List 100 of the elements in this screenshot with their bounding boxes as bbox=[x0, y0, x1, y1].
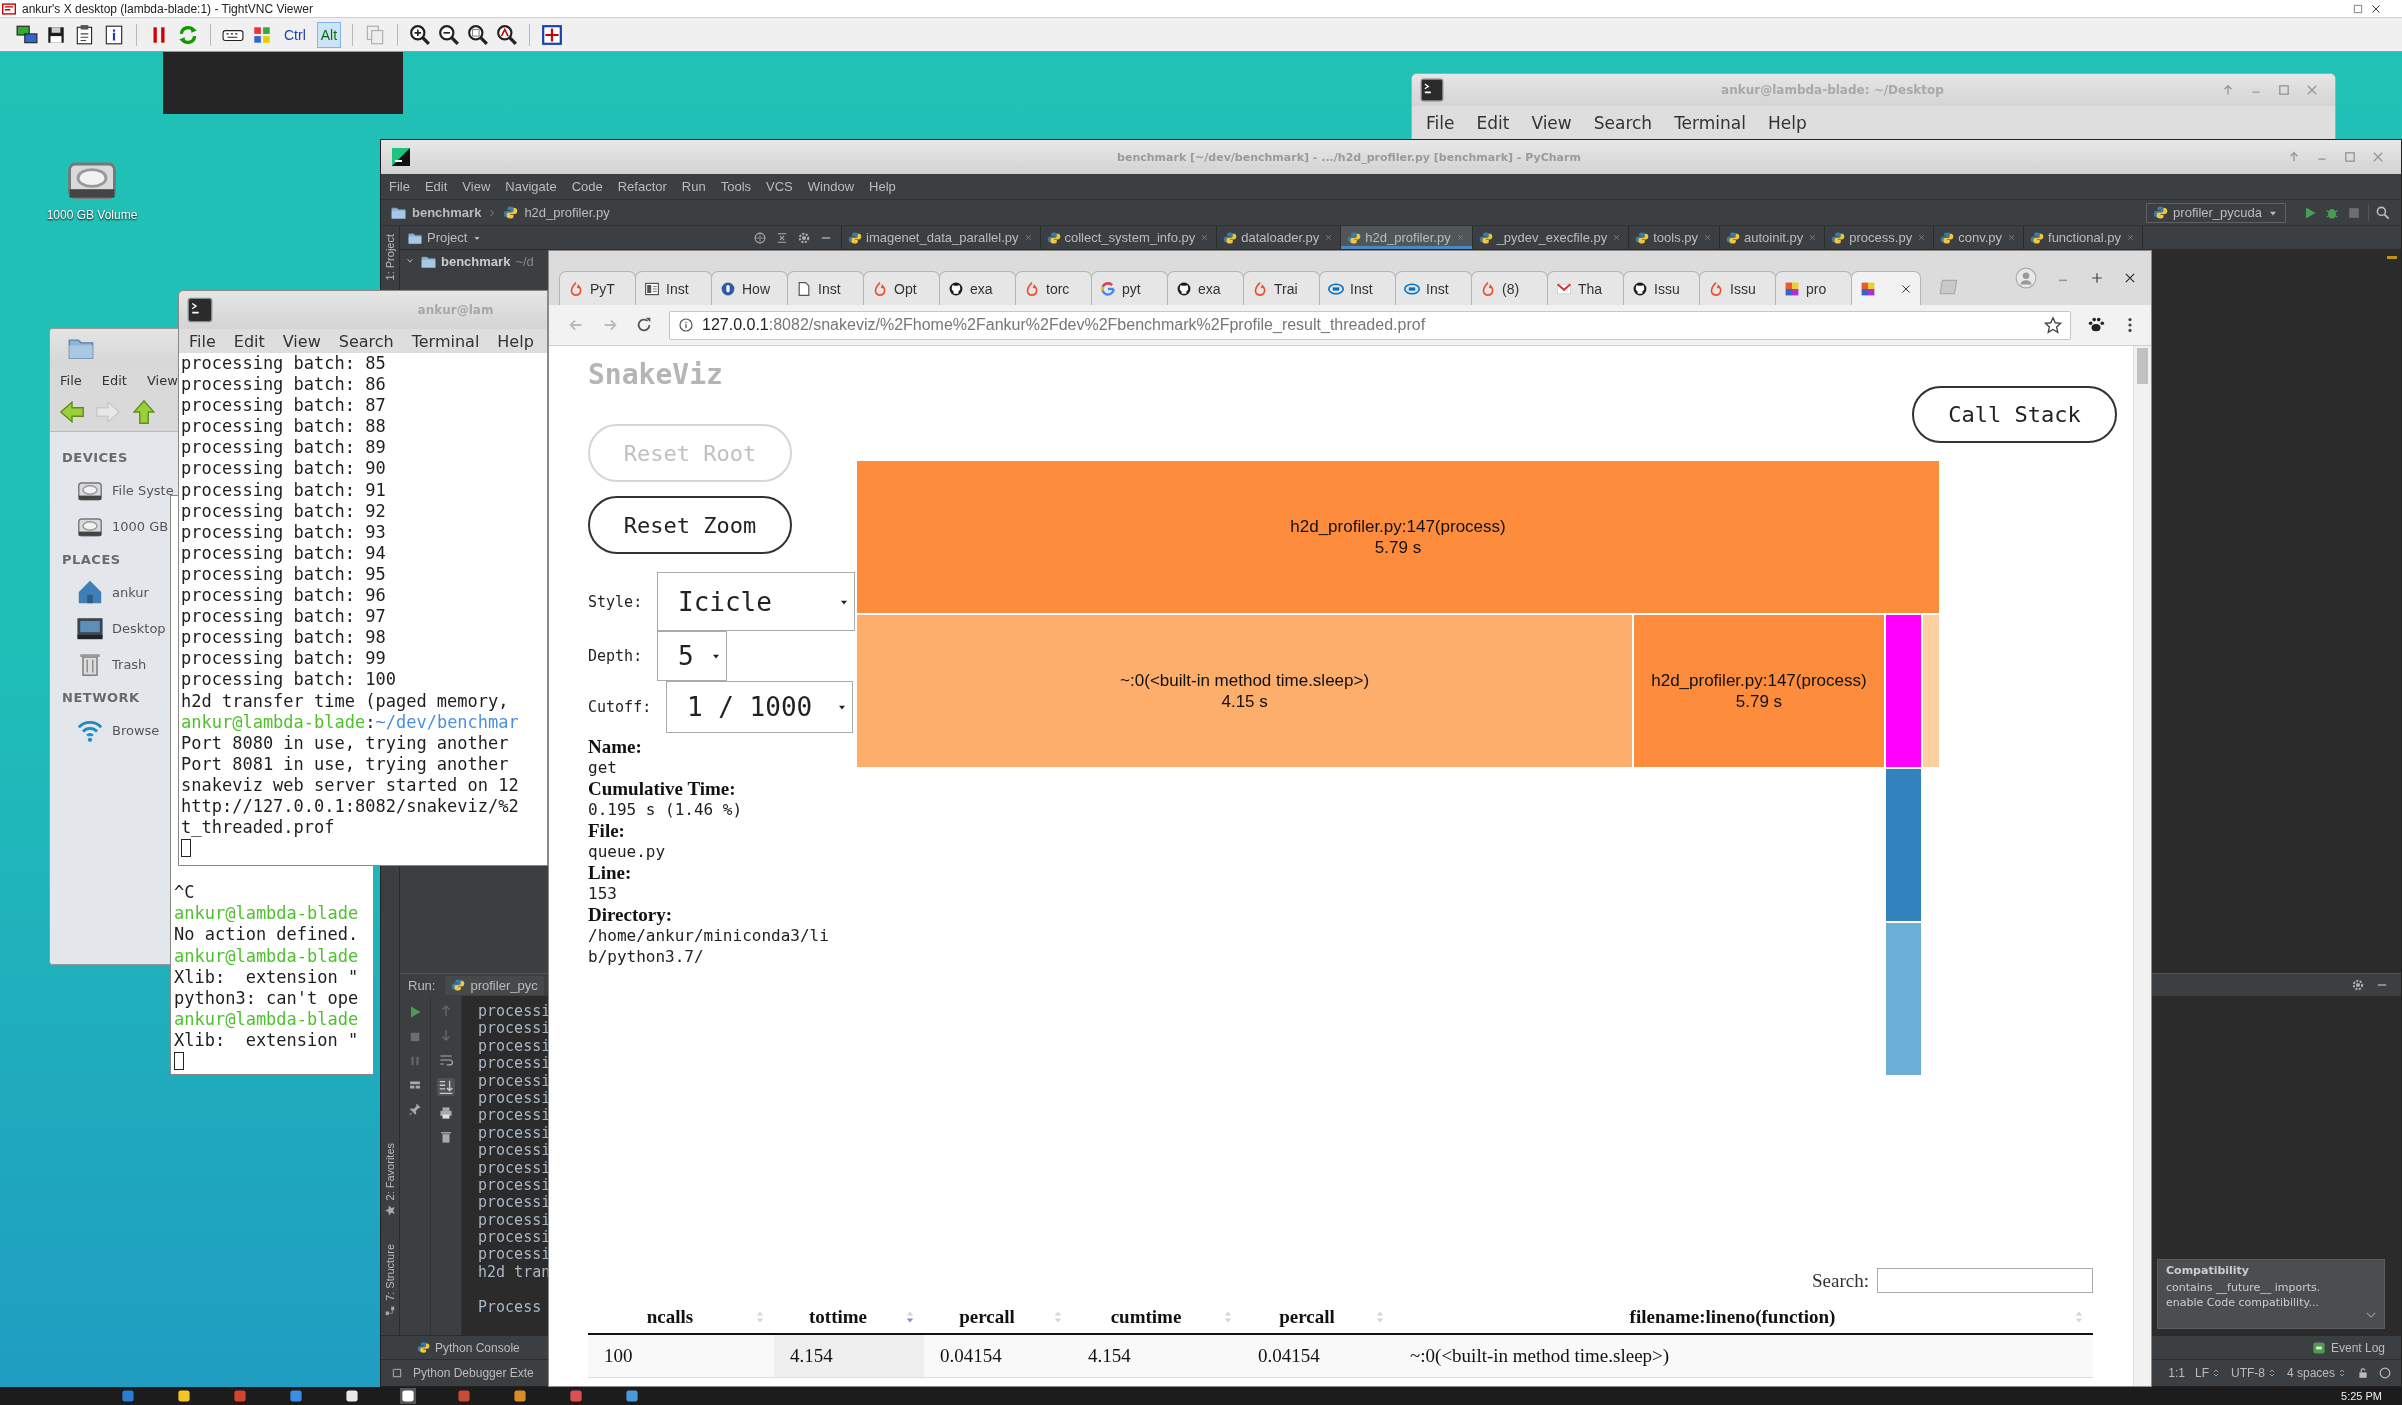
profile-icon[interactable] bbox=[2015, 267, 2037, 289]
browser-tab[interactable]: Opt bbox=[863, 271, 940, 305]
menu-item[interactable]: Tools bbox=[720, 179, 752, 194]
app-icon[interactable] bbox=[344, 1388, 360, 1404]
menu-item[interactable]: Help bbox=[1767, 113, 1807, 133]
star-icon[interactable] bbox=[2044, 316, 2062, 334]
zoom-out-icon[interactable] bbox=[438, 23, 461, 46]
menu-item[interactable]: View bbox=[1531, 113, 1572, 133]
reset-button[interactable]: Reset Zoom bbox=[588, 496, 792, 554]
menu-item[interactable]: Search bbox=[338, 331, 394, 351]
maximize-icon[interactable] bbox=[2089, 270, 2105, 286]
fullscreen-icon[interactable] bbox=[541, 23, 564, 46]
menu-item[interactable]: File bbox=[1426, 113, 1455, 133]
dropdown[interactable]: 5 bbox=[657, 631, 727, 681]
breadcrumb-item[interactable]: h2d_profiler.py bbox=[524, 205, 610, 220]
editor-tab[interactable]: imagenet_data_parallel.py bbox=[842, 226, 1041, 249]
menu-item[interactable]: File bbox=[189, 331, 216, 351]
arrow-up-icon[interactable] bbox=[130, 398, 158, 426]
icicle-block[interactable]: ~:0(<built-in method time.sleep>) 4.15 s bbox=[856, 614, 1634, 768]
editor-tab[interactable]: autoinit.py bbox=[1720, 226, 1826, 249]
close-icon[interactable] bbox=[2370, 2, 2382, 15]
key-toggle-button[interactable]: Alt bbox=[316, 21, 342, 48]
menu-item[interactable]: Edit bbox=[424, 179, 448, 194]
search-icon[interactable] bbox=[2375, 204, 2391, 221]
menu-item[interactable]: VCS bbox=[766, 179, 793, 194]
editor-tab[interactable]: h2d_profiler.py bbox=[1341, 226, 1473, 249]
column-header[interactable]: tottime bbox=[774, 1301, 924, 1333]
status-item[interactable]: UTF-8 bbox=[2230, 1366, 2277, 1380]
settings-icon[interactable] bbox=[2351, 978, 2365, 992]
zoom-in-icon[interactable] bbox=[409, 23, 432, 46]
menu-item[interactable]: Search bbox=[1593, 113, 1653, 133]
menu-item[interactable]: File bbox=[389, 179, 410, 194]
lock-icon[interactable] bbox=[2357, 1367, 2369, 1379]
editor-tab[interactable]: conv.py bbox=[1934, 226, 2024, 249]
menu-item[interactable]: View bbox=[462, 179, 491, 194]
menu-item[interactable]: Edit bbox=[101, 372, 127, 388]
side-tab[interactable]: 7: Structure bbox=[384, 1240, 396, 1321]
scrollbar[interactable] bbox=[2133, 346, 2151, 1386]
collapse-icon[interactable] bbox=[775, 230, 789, 245]
menu-item[interactable]: Terminal bbox=[1674, 113, 1746, 133]
circle-icon[interactable] bbox=[2379, 1367, 2391, 1379]
browser-tab[interactable]: exa bbox=[1167, 271, 1244, 305]
app-icon[interactable] bbox=[400, 1388, 416, 1404]
column-header[interactable]: cumtime bbox=[1072, 1301, 1242, 1333]
menu-item[interactable]: View bbox=[282, 331, 321, 351]
zoom-auto-icon[interactable] bbox=[496, 23, 519, 46]
column-header[interactable]: percall bbox=[924, 1301, 1072, 1333]
menu-item[interactable]: Navigate bbox=[505, 179, 557, 194]
browser-tab[interactable]: (8) bbox=[1471, 271, 1548, 305]
print-icon[interactable] bbox=[439, 1106, 453, 1120]
browser-tab[interactable]: torc bbox=[1015, 271, 1092, 305]
square-icon[interactable] bbox=[391, 1367, 403, 1379]
icicle-block[interactable] bbox=[1884, 922, 1922, 1076]
soft-wrap-icon[interactable] bbox=[438, 1052, 454, 1068]
browser-tab[interactable]: pro bbox=[1775, 271, 1852, 305]
menu-item[interactable]: File bbox=[60, 372, 82, 388]
side-tab[interactable]: 2: Favorites bbox=[384, 1138, 396, 1221]
tree-item-label[interactable]: benchmark bbox=[441, 253, 511, 269]
arrow-down-icon[interactable] bbox=[439, 1028, 453, 1042]
arrow-up-icon[interactable] bbox=[2287, 150, 2301, 164]
browser-tab[interactable]: Issu bbox=[1623, 271, 1700, 305]
target-icon[interactable] bbox=[753, 230, 767, 245]
scroll-to-end-icon[interactable] bbox=[437, 1078, 455, 1096]
column-header[interactable]: ncalls bbox=[588, 1301, 774, 1333]
run-config-select[interactable]: profiler_pycuda bbox=[2146, 202, 2286, 223]
menu-item[interactable]: Window bbox=[807, 179, 855, 194]
icicle-block[interactable]: h2d_profiler.py:147(process) 5.79 s bbox=[856, 460, 1940, 614]
pin-icon[interactable] bbox=[408, 1102, 422, 1116]
column-header[interactable]: filename:lineno(function) bbox=[1394, 1301, 2093, 1333]
icicle-block[interactable] bbox=[1884, 768, 1922, 922]
panel-title-dropdown[interactable]: Project bbox=[408, 230, 483, 245]
icicle-block[interactable]: h2d_profiler.py:147(process) 5.79 s bbox=[1633, 614, 1885, 768]
app-icon[interactable] bbox=[512, 1388, 528, 1404]
menu-item[interactable]: Refactor bbox=[617, 179, 667, 194]
key-toggle-button[interactable]: Ctrl bbox=[280, 21, 310, 48]
sidebar-item[interactable]: Trash bbox=[112, 656, 147, 672]
call-stack-button[interactable]: Call Stack bbox=[1912, 386, 2117, 443]
menu-item[interactable]: Code bbox=[571, 179, 603, 194]
maximize-icon[interactable] bbox=[2343, 150, 2357, 164]
reload-icon[interactable] bbox=[635, 316, 653, 334]
maximize-icon[interactable] bbox=[2352, 2, 2364, 15]
browser-tab[interactable]: PyT bbox=[559, 271, 636, 305]
sidebar-item[interactable]: File Syste bbox=[112, 482, 174, 498]
app-icon[interactable] bbox=[624, 1388, 640, 1404]
dropdown[interactable]: 1 / 1000 bbox=[666, 681, 853, 733]
app-icon[interactable] bbox=[176, 1388, 192, 1404]
status-item[interactable]: 1:1 bbox=[2168, 1366, 2185, 1380]
menu-item[interactable]: Edit bbox=[1476, 113, 1510, 133]
info-icon[interactable] bbox=[103, 23, 125, 46]
sidebar-item[interactable]: ankur bbox=[112, 584, 149, 600]
browser-tab[interactable]: Inst bbox=[787, 271, 864, 305]
stop-icon[interactable] bbox=[408, 1030, 422, 1044]
address-bar[interactable]: 127.0.0.1:8082/snakeviz/%2Fhome%2Fankur%2Fdev%2Fbenchmark%2Fprofile_result_threaded.prof bbox=[669, 310, 2071, 340]
browser-tab[interactable]: Tha bbox=[1547, 271, 1624, 305]
browser-tab[interactable]: Trai bbox=[1243, 271, 1320, 305]
editor-tab[interactable]: _pydev_execfile.py bbox=[1472, 226, 1630, 249]
editor-tab[interactable]: collect_system_info.py bbox=[1040, 226, 1218, 249]
menu-item[interactable]: Terminal bbox=[411, 331, 480, 351]
browser-tab[interactable]: Inst bbox=[1319, 271, 1396, 305]
paw-icon[interactable] bbox=[2087, 316, 2105, 334]
